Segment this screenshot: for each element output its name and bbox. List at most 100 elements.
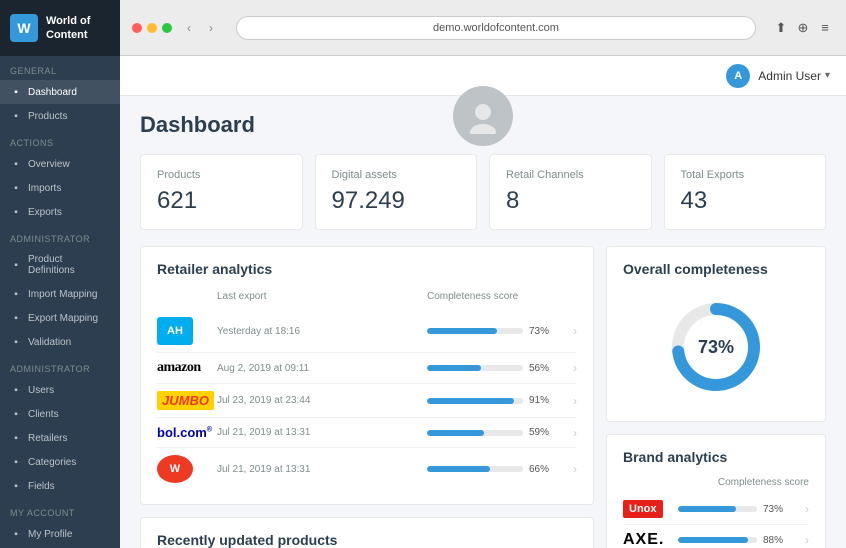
user-menu[interactable]: Admin User ▾	[758, 69, 830, 83]
progress-fill-wvh	[427, 466, 490, 472]
progress-fill-jumbo	[427, 398, 514, 404]
browser-nav: ‹ ›	[180, 19, 220, 37]
main-content: Dashboard Products 621 Digital assets 97…	[120, 96, 846, 548]
logo-axe: AXE.	[623, 531, 678, 548]
stat-card-total-exports: Total Exports 43	[664, 154, 827, 230]
chevron-right-icon-jumbo[interactable]: ›	[557, 394, 577, 408]
sidebar-item-import-mapping[interactable]: ▪Import Mapping	[0, 282, 120, 306]
back-button[interactable]: ‹	[180, 19, 198, 37]
retailer-score-col-jumbo: 91%	[427, 395, 557, 406]
avatar: A	[726, 64, 750, 88]
progress-bg-jumbo	[427, 398, 523, 404]
brand-row-unox[interactable]: Unox 73% ›	[623, 494, 809, 525]
sidebar-item-export-mapping[interactable]: ▪ Export Mapping	[0, 306, 120, 330]
score-pct-ah: 73%	[529, 326, 557, 337]
right-col: Overall completeness 73% Brand analytics	[606, 246, 826, 548]
imports-icon: ▪	[10, 182, 22, 194]
sidebar-item-categories[interactable]: ▪Categories	[0, 450, 120, 474]
brand-row-axe[interactable]: AXE. 88% ›	[623, 525, 809, 548]
sidebar-item-label-users: Users	[28, 385, 54, 396]
chevron-right-icon-amazon[interactable]: ›	[557, 361, 577, 375]
retailer-row-bol[interactable]: bol.com® Jul 21, 2019 at 13:31 59% ›	[157, 418, 577, 448]
recent-products-title: Recently updated products	[157, 532, 577, 548]
retailer-score-col-ah: 73%	[427, 326, 557, 337]
sidebar-item-dashboard[interactable]: ▪Dashboard	[0, 80, 120, 104]
retailer-export-bol: Jul 21, 2019 at 13:31	[217, 427, 427, 438]
logo-text: World ofContent	[46, 14, 90, 43]
chevron-right-icon-ah[interactable]: ›	[557, 324, 577, 338]
stat-card-products: Products 621	[140, 154, 303, 230]
address-bar[interactable]: demo.worldofcontent.com	[236, 16, 756, 40]
progress-fill-ah	[427, 328, 497, 334]
product-definitions-icon: ▪	[10, 259, 22, 271]
stat-card-digital-assets: Digital assets 97.249	[315, 154, 478, 230]
exports-icon: ▪	[10, 206, 22, 218]
sidebar-item-label-retailers: Retailers	[28, 433, 67, 444]
score-pct-bol: 59%	[529, 427, 557, 438]
retailer-rows: AH Yesterday at 18:16 73% › amazon Aug 2…	[157, 310, 577, 490]
sidebar-item-imports[interactable]: ▪Imports	[0, 176, 120, 200]
retailer-row-ah[interactable]: AH Yesterday at 18:16 73% ›	[157, 310, 577, 353]
sidebar-item-overview[interactable]: ▪Overview	[0, 152, 120, 176]
sidebar-item-users[interactable]: ▪Users	[0, 378, 120, 402]
donut-label: 73%	[698, 337, 734, 358]
sidebar-item-fields[interactable]: ▪Fields	[0, 474, 120, 498]
chevron-right-icon-wvh[interactable]: ›	[557, 462, 577, 476]
sidebar-item-label-overview: Overview	[28, 159, 70, 170]
sidebar-item-validation[interactable]: ▪Validation	[0, 330, 120, 354]
brand-header-score: Completeness score	[623, 475, 809, 494]
forward-button[interactable]: ›	[202, 19, 220, 37]
logo-ah: AH	[157, 317, 193, 345]
sidebar-item-retailers[interactable]: ▪ Retailers	[0, 426, 120, 450]
sidebar-item-label-validation: Validation	[28, 337, 71, 348]
brand-chevron-right-unox[interactable]: ›	[791, 502, 809, 516]
brand-progress-bg-axe	[678, 537, 757, 543]
stat-label-retail-channels: Retail Channels	[506, 169, 635, 181]
retailer-export-wvh: Jul 21, 2019 at 13:31	[217, 464, 427, 475]
sidebar-item-label-export-mapping: Export Mapping	[28, 313, 98, 324]
retailer-row-jumbo[interactable]: JUMBO Jul 23, 2019 at 23:44 91% ›	[157, 384, 577, 418]
sidebar-item-label-products: Products	[28, 111, 67, 122]
logo-amazon: amazon	[157, 360, 201, 376]
brand-rows: Unox 73% › AXE. 88% › ✓ Rexona 85% › Mag…	[623, 494, 809, 548]
two-col-layout: Retailer analytics Last export Completen…	[140, 246, 826, 548]
sidebar-item-products[interactable]: ▪Products	[0, 104, 120, 128]
chevron-right-icon-bol[interactable]: ›	[557, 426, 577, 440]
retailer-score-col-wvh: 66%	[427, 464, 557, 475]
browser-dots	[132, 23, 172, 33]
dot-close[interactable]	[132, 23, 142, 33]
brand-analytics-title: Brand analytics	[623, 449, 809, 465]
progress-fill-bol	[427, 430, 484, 436]
sidebar-logo: W World ofContent	[0, 0, 120, 56]
stat-label-products: Products	[157, 169, 286, 181]
header-last-export: Last export	[217, 291, 427, 302]
user-name: Admin User	[758, 69, 821, 83]
score-pct-amazon: 56%	[529, 363, 557, 374]
dot-minimize[interactable]	[147, 23, 157, 33]
logo-bol: bol.com®	[157, 425, 212, 440]
sidebar-item-exports[interactable]: ▪Exports	[0, 200, 120, 224]
bookmark-icon[interactable]: ⊕	[794, 19, 812, 37]
retailer-logo-jumbo: JUMBO	[157, 391, 217, 410]
dot-maximize[interactable]	[162, 23, 172, 33]
retailer-row-wvh[interactable]: W Jul 21, 2019 at 13:31 66% ›	[157, 448, 577, 490]
retailers-icon: ▪	[10, 432, 22, 444]
retailer-logo-ah: AH	[157, 317, 217, 345]
share-icon[interactable]: ⬆	[772, 19, 790, 37]
sidebar-item-my-profile[interactable]: ▪My Profile	[0, 522, 120, 546]
brand-chevron-right-axe[interactable]: ›	[791, 533, 809, 547]
brand-logo-axe: AXE.	[623, 531, 678, 548]
sidebar-item-clients[interactable]: ▪Clients	[0, 402, 120, 426]
more-icon[interactable]: ≡	[816, 19, 834, 37]
retailer-logo-wvh: W	[157, 455, 217, 483]
fields-icon: ▪	[10, 480, 22, 492]
export-mapping-icon: ▪	[10, 312, 22, 324]
left-col: Retailer analytics Last export Completen…	[140, 246, 594, 548]
retailer-row-amazon[interactable]: amazon Aug 2, 2019 at 09:11 56% ›	[157, 353, 577, 384]
retailer-score-col-bol: 59%	[427, 427, 557, 438]
dashboard-icon: ▪	[10, 86, 22, 98]
sidebar-item-product-definitions[interactable]: ▪Product Definitions	[0, 248, 120, 282]
retailer-export-amazon: Aug 2, 2019 at 09:11	[217, 363, 427, 374]
retailer-logo-amazon: amazon	[157, 360, 217, 376]
retailer-score-col-amazon: 56%	[427, 363, 557, 374]
